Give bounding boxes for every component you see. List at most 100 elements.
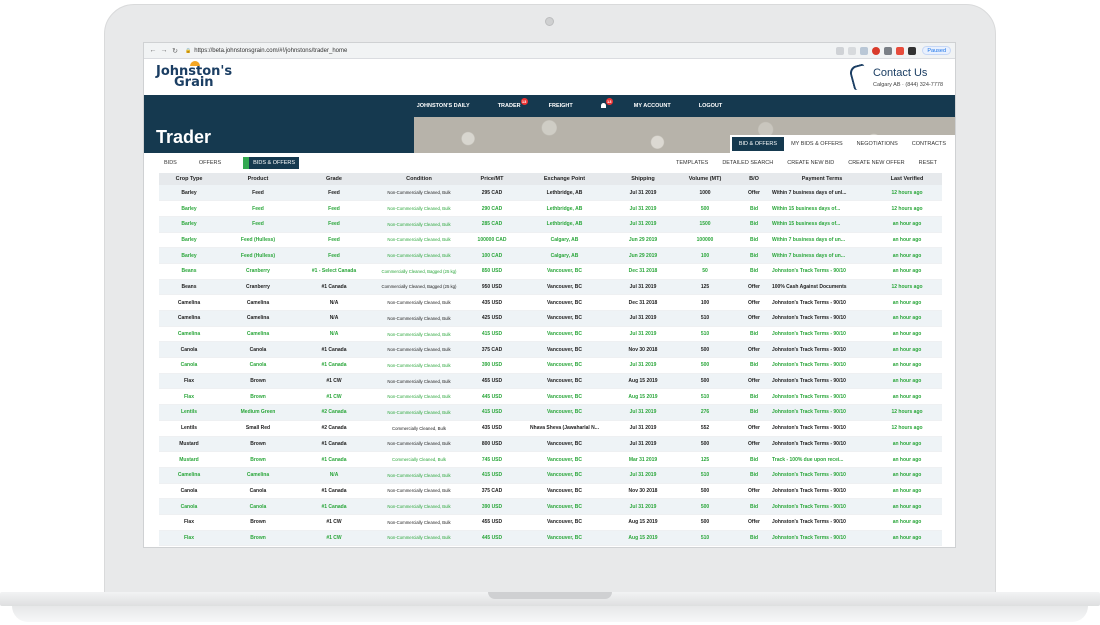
table-row[interactable]: Camelina Camelina N/A Non-Commercially Clea…: [159, 326, 942, 343]
col-condition[interactable]: Condition: [371, 173, 467, 185]
tab-contracts[interactable]: CONTRACTS: [905, 137, 953, 151]
cell-volume: 125: [674, 451, 736, 468]
col-volume[interactable]: Volume (MT): [674, 173, 736, 185]
cell-shipping: Jul 31 2019: [612, 436, 674, 453]
table-row[interactable]: Canola Canola #1 Canada Non-Commercially Cl…: [159, 483, 942, 500]
cell-bid-offer: Bid: [736, 200, 772, 217]
nav-johnstons-daily[interactable]: JOHNSTON'S DAILY: [417, 103, 470, 109]
table-row[interactable]: Flax Brown #1 CW Non-Commercially Cleaned, …: [159, 530, 942, 547]
cell-price: 800 USD: [467, 436, 517, 453]
cell-price: 375 CAD: [467, 483, 517, 500]
paused-badge[interactable]: Paused: [922, 46, 951, 55]
table-row[interactable]: Beans Cranberry #1 Canada Commercially Clea…: [159, 279, 942, 296]
reload-icon[interactable]: ↻: [170, 46, 180, 56]
col-grade[interactable]: Grade: [297, 173, 371, 185]
back-icon[interactable]: ←: [148, 46, 158, 56]
col-crop-type[interactable]: Crop Type: [159, 173, 219, 185]
cell-grade: Feed: [297, 216, 371, 233]
cell-crop-type: Canola: [159, 341, 219, 359]
cell-bid-offer: Offer: [736, 279, 772, 296]
table-row[interactable]: Barley Feed (Hulless) Feed Non-Commercially…: [159, 247, 942, 264]
table-row[interactable]: Lentils Medium Green #2 Canada Non-Commerci…: [159, 404, 942, 421]
cell-crop-type: Barley: [159, 200, 219, 217]
camera-dot: [545, 17, 554, 26]
detailed-search-button[interactable]: DETAILED SEARCH: [722, 160, 773, 166]
filter-offers[interactable]: OFFERS: [199, 160, 221, 166]
cell-bid-offer: Bid: [736, 388, 772, 406]
cell-shipping: Jul 31 2019: [612, 357, 674, 374]
forward-icon[interactable]: →: [159, 46, 169, 56]
col-payment-terms[interactable]: Payment Terms: [772, 173, 872, 185]
cell-bid-offer: Offer: [736, 341, 772, 359]
table-row[interactable]: Camelina Camelina N/A Non-Commercially Clea…: [159, 467, 942, 484]
table-row[interactable]: Barley Feed (Hulless) Feed Non-Commercially…: [159, 232, 942, 249]
nav-trader[interactable]: TRADER 13: [498, 98, 528, 109]
trader-badge: 13: [520, 98, 528, 105]
laptop-notch: [488, 592, 612, 599]
cell-condition: Non-Commercially Cleaned, Bulk: [371, 232, 467, 249]
cell-payment-terms: Johnston's Track Terms - 90/10: [772, 373, 872, 390]
table-row[interactable]: Barley Feed Feed Non-Commercially Cleaned, …: [159, 185, 942, 202]
table-row[interactable]: Lentils Small Red #2 Canada Commercially Cl…: [159, 420, 942, 437]
create-new-offer-button[interactable]: CREATE NEW OFFER: [848, 160, 904, 166]
address-bar[interactable]: 🔒 https://beta.johnstonsgrain.com/#!/joh…: [185, 45, 832, 56]
table-row[interactable]: Flax Brown #1 CW Non-Commercially Cleaned, …: [159, 388, 942, 406]
main-nav: JOHNSTON'S DAILY TRADER 13 FREIGHT 13 MY…: [144, 95, 955, 117]
cell-volume: 510: [674, 326, 736, 343]
page-title: Trader: [156, 127, 212, 147]
cell-crop-type: Mustard: [159, 436, 219, 453]
col-exchange-point[interactable]: Exchange Point: [517, 173, 612, 185]
col-bid-offer[interactable]: B/O: [736, 173, 772, 185]
cell-payment-terms: Within 15 business days of...: [772, 200, 872, 217]
extension-icon-3[interactable]: [884, 46, 893, 55]
cell-shipping: Aug 15 2019: [612, 530, 674, 547]
cell-product: Brown: [219, 451, 297, 468]
cell-grade: Feed: [297, 200, 371, 217]
reset-button[interactable]: RESET: [919, 160, 937, 166]
table-row[interactable]: Canola Canola #1 Canada Non-Commercially Cl…: [159, 357, 942, 374]
tab-bid-offers[interactable]: BID & OFFERS: [731, 137, 785, 151]
col-price[interactable]: Price/MT: [467, 173, 517, 185]
table-row[interactable]: Flax Brown #1 CW Non-Commercially Cleaned, …: [159, 373, 942, 390]
table-row[interactable]: Mustard Brown #1 Canada Commercially Cleane…: [159, 451, 942, 468]
extension-icon-5[interactable]: [908, 46, 917, 55]
table-row[interactable]: Canola Canola #1 Canada Non-Commercially Cl…: [159, 341, 942, 359]
create-new-bid-button[interactable]: CREATE NEW BID: [787, 160, 834, 166]
table-row[interactable]: Camelina Camelina N/A Non-Commercially Clea…: [159, 310, 942, 327]
nav-logout[interactable]: LOGOUT: [699, 103, 723, 109]
nav-freight[interactable]: FREIGHT: [549, 103, 573, 109]
table-row[interactable]: Barley Feed Feed Non-Commercially Cleaned, …: [159, 216, 942, 233]
col-last-verified[interactable]: Last Verified: [872, 173, 942, 185]
table-row[interactable]: Barley Feed Feed Non-Commercially Cleaned, …: [159, 200, 942, 217]
extension-icon-1[interactable]: [860, 46, 869, 55]
cell-shipping: Jun 29 2019: [612, 232, 674, 249]
filter-bids[interactable]: BIDS: [164, 160, 177, 166]
table-row[interactable]: Camelina Camelina N/A Non-Commercially Clea…: [159, 294, 942, 311]
table-row[interactable]: Mustard Brown #1 Canada Non-Commercially Cl…: [159, 436, 942, 453]
tab-negotiations[interactable]: NEGOTIATIONS: [850, 137, 905, 151]
cell-bid-offer: Offer: [736, 483, 772, 500]
templates-button[interactable]: TEMPLATES: [676, 160, 708, 166]
cell-crop-type: Camelina: [159, 294, 219, 311]
table-row[interactable]: Canola Canola #1 Canada Non-Commercially Cl…: [159, 498, 942, 515]
col-product[interactable]: Product: [219, 173, 297, 185]
cell-product: Canola: [219, 341, 297, 359]
key-icon[interactable]: [836, 46, 845, 55]
extension-icon-2[interactable]: [872, 46, 881, 55]
extension-icon-4[interactable]: [896, 46, 905, 55]
cell-price: 745 USD: [467, 451, 517, 468]
cell-condition: Non-Commercially Cleaned, Bulk: [371, 341, 467, 359]
nav-notifications[interactable]: 13: [600, 97, 613, 110]
tab-my-bids-offers[interactable]: MY BIDS & OFFERS: [784, 137, 850, 151]
cell-crop-type: Canola: [159, 498, 219, 515]
cell-price: 100 CAD: [467, 247, 517, 264]
table-row[interactable]: Flax Brown #1 CW Non-Commercially Cleaned, …: [159, 514, 942, 531]
contact-block[interactable]: Contact Us Calgary AB · (844) 324-7778: [848, 63, 943, 91]
table-row[interactable]: Beans Cranberry #1 - Select Canada Commerci…: [159, 263, 942, 280]
filter-bids-offers[interactable]: BIDS & OFFERS: [243, 157, 300, 169]
col-shipping[interactable]: Shipping: [612, 173, 674, 185]
logo[interactable]: Johnston's Grain: [156, 61, 232, 89]
star-icon[interactable]: [848, 46, 857, 55]
nav-my-account[interactable]: MY ACCOUNT: [634, 103, 671, 109]
cell-condition: Non-Commercially Cleaned, Bulk: [371, 247, 467, 264]
